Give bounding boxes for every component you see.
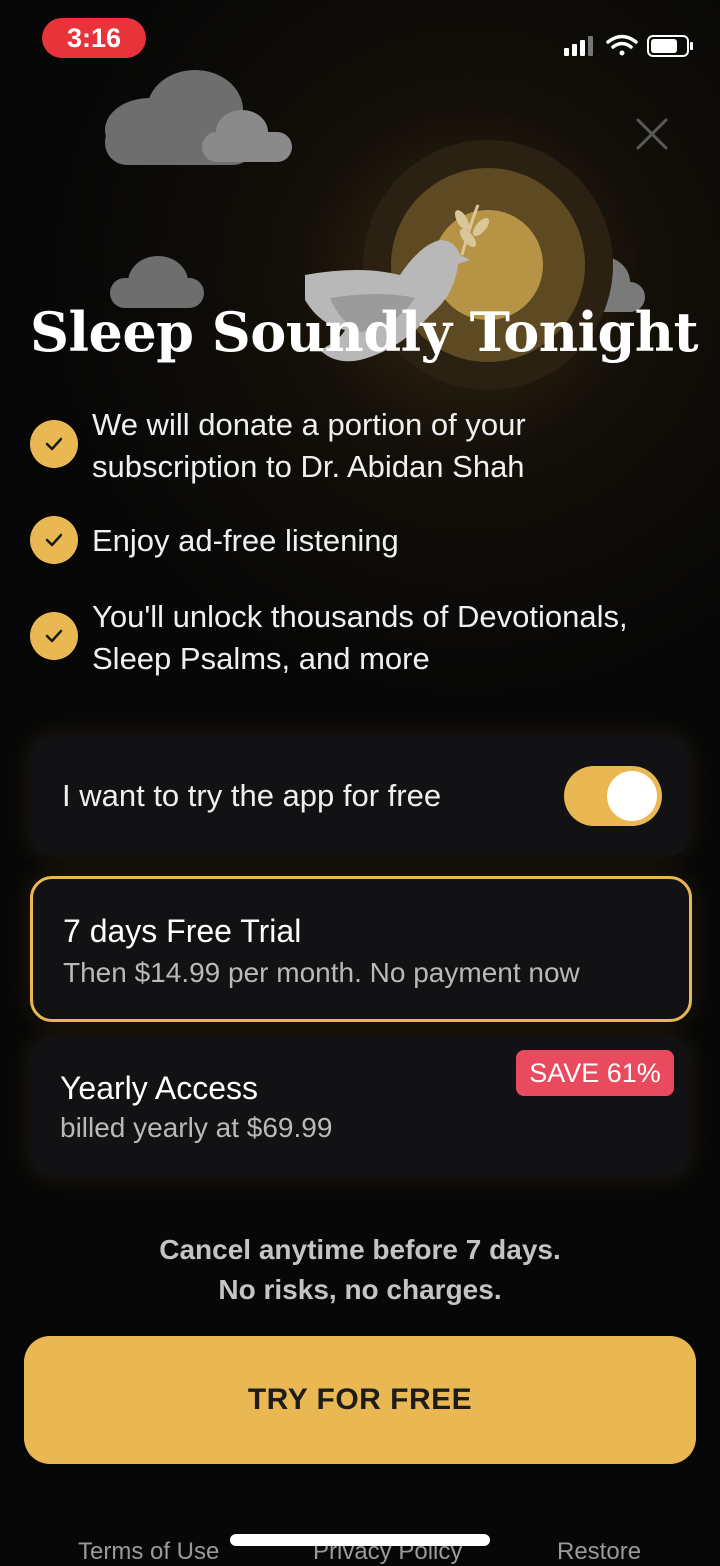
check-icon xyxy=(30,420,78,468)
cancel-note-line: Cancel anytime before 7 days. xyxy=(159,1234,561,1265)
plan-title: 7 days Free Trial xyxy=(63,913,302,949)
battery-icon xyxy=(647,35,693,57)
free-trial-toggle-card: I want to try the app for free xyxy=(30,736,690,856)
cancel-note: Cancel anytime before 7 days. No risks, … xyxy=(60,1230,660,1310)
plan-title: Yearly Access xyxy=(60,1070,259,1106)
benefit-item: We will donate a portion of your subscri… xyxy=(30,404,700,494)
page-title: Sleep Soundly Tonight xyxy=(30,300,699,364)
benefit-text-line: Enjoy ad-free listening xyxy=(92,523,399,558)
benefit-item: Enjoy ad-free listening xyxy=(30,516,700,568)
benefit-text-line: We will donate a portion of your xyxy=(92,407,526,442)
terms-of-use-link[interactable]: Terms of Use xyxy=(78,1538,219,1566)
plan-subtitle: Then $14.99 per month. No payment now xyxy=(63,957,580,988)
signal-icon xyxy=(564,36,593,56)
status-time: 3:16 xyxy=(42,18,146,58)
toggle-knob xyxy=(607,771,657,821)
status-icons xyxy=(564,34,693,57)
benefit-text-line: subscription to Dr. Abidan Shah xyxy=(92,449,525,484)
home-indicator xyxy=(230,1534,490,1546)
plan-option-free-trial[interactable]: 7 days Free Trial Then $14.99 per month.… xyxy=(30,876,692,1022)
try-for-free-button[interactable]: TRY FOR FREE xyxy=(24,1336,696,1464)
cancel-note-line: No risks, no charges. xyxy=(218,1274,502,1305)
wifi-icon xyxy=(606,34,638,56)
benefit-item: You'll unlock thousands of Devotionals, … xyxy=(30,596,700,686)
free-trial-toggle[interactable] xyxy=(564,766,662,826)
save-badge: SAVE 61% xyxy=(516,1050,674,1096)
benefit-text-line: You'll unlock thousands of Devotionals, xyxy=(92,599,628,634)
benefit-text-line: Sleep Psalms, and more xyxy=(92,641,430,676)
free-trial-toggle-label: I want to try the app for free xyxy=(62,778,442,813)
check-icon xyxy=(30,516,78,564)
check-icon xyxy=(30,612,78,660)
close-icon[interactable] xyxy=(630,112,674,156)
restore-link[interactable]: Restore xyxy=(557,1538,641,1566)
plan-subtitle: billed yearly at $69.99 xyxy=(60,1112,333,1143)
